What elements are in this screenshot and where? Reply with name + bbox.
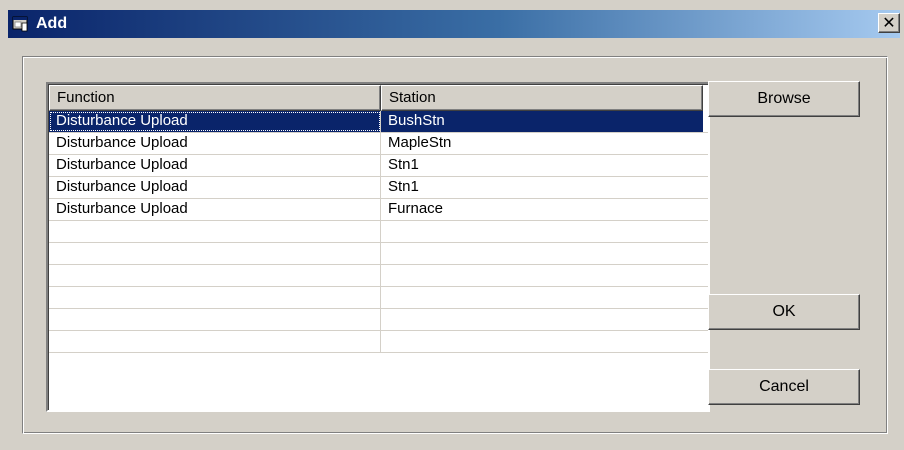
cell-station [381,309,703,330]
table-row[interactable]: Disturbance Upload Stn1 [49,177,708,199]
cell-function [49,265,381,286]
ok-button[interactable]: OK [708,294,860,330]
list-rows: Disturbance Upload BushStn Disturbance Upl… [49,111,708,353]
cell-station: Stn1 [388,156,419,173]
cell-station [381,243,703,264]
table-row[interactable]: Disturbance Upload Stn1 [49,155,708,177]
add-dialog: Add ✕ Function Station Disturbance Uploa… [0,0,904,450]
table-row[interactable]: Disturbance Upload MapleStn [49,133,708,155]
cell-station [381,221,703,242]
title-bar[interactable]: Add ✕ [8,10,900,38]
table-row[interactable]: Disturbance Upload BushStn [49,111,708,133]
table-row[interactable] [49,265,708,287]
cell-function [49,309,381,330]
cell-station [381,331,703,352]
cell-function: Disturbance Upload [49,199,381,220]
table-row[interactable] [49,331,708,353]
cancel-button[interactable]: Cancel [708,369,860,405]
close-icon[interactable]: ✕ [878,13,900,33]
list-header: Function Station [49,85,708,111]
cell-function: Disturbance Upload [49,177,381,198]
cell-function [49,331,381,352]
dialog-title: Add [36,15,68,32]
table-row[interactable] [49,287,708,309]
cell-function: Disturbance Upload [49,155,381,176]
table-row[interactable]: Disturbance Upload Furnace [49,199,708,221]
column-header-function[interactable]: Function [49,85,381,111]
cell-station: Furnace [388,200,444,217]
function-station-list[interactable]: Function Station Disturbance Upload BushS… [46,82,710,412]
cell-function [49,243,381,264]
cell-function: Disturbance Upload [49,111,381,132]
app-window-icon [12,16,28,32]
column-header-station[interactable]: Station [381,85,703,111]
cell-station: BushStn [381,111,703,132]
table-row[interactable] [49,221,708,243]
cell-station [381,265,703,286]
dialog-client-area: Function Station Disturbance Upload BushS… [8,38,900,450]
cell-function [49,221,381,242]
browse-button[interactable]: Browse [708,81,860,117]
cell-station: Stn1 [388,178,419,195]
table-row[interactable] [49,309,708,331]
cell-function: Disturbance Upload [49,133,381,154]
cell-function [49,287,381,308]
table-row[interactable] [49,243,708,265]
cell-station: MapleStn [388,134,452,151]
cell-station [381,287,703,308]
